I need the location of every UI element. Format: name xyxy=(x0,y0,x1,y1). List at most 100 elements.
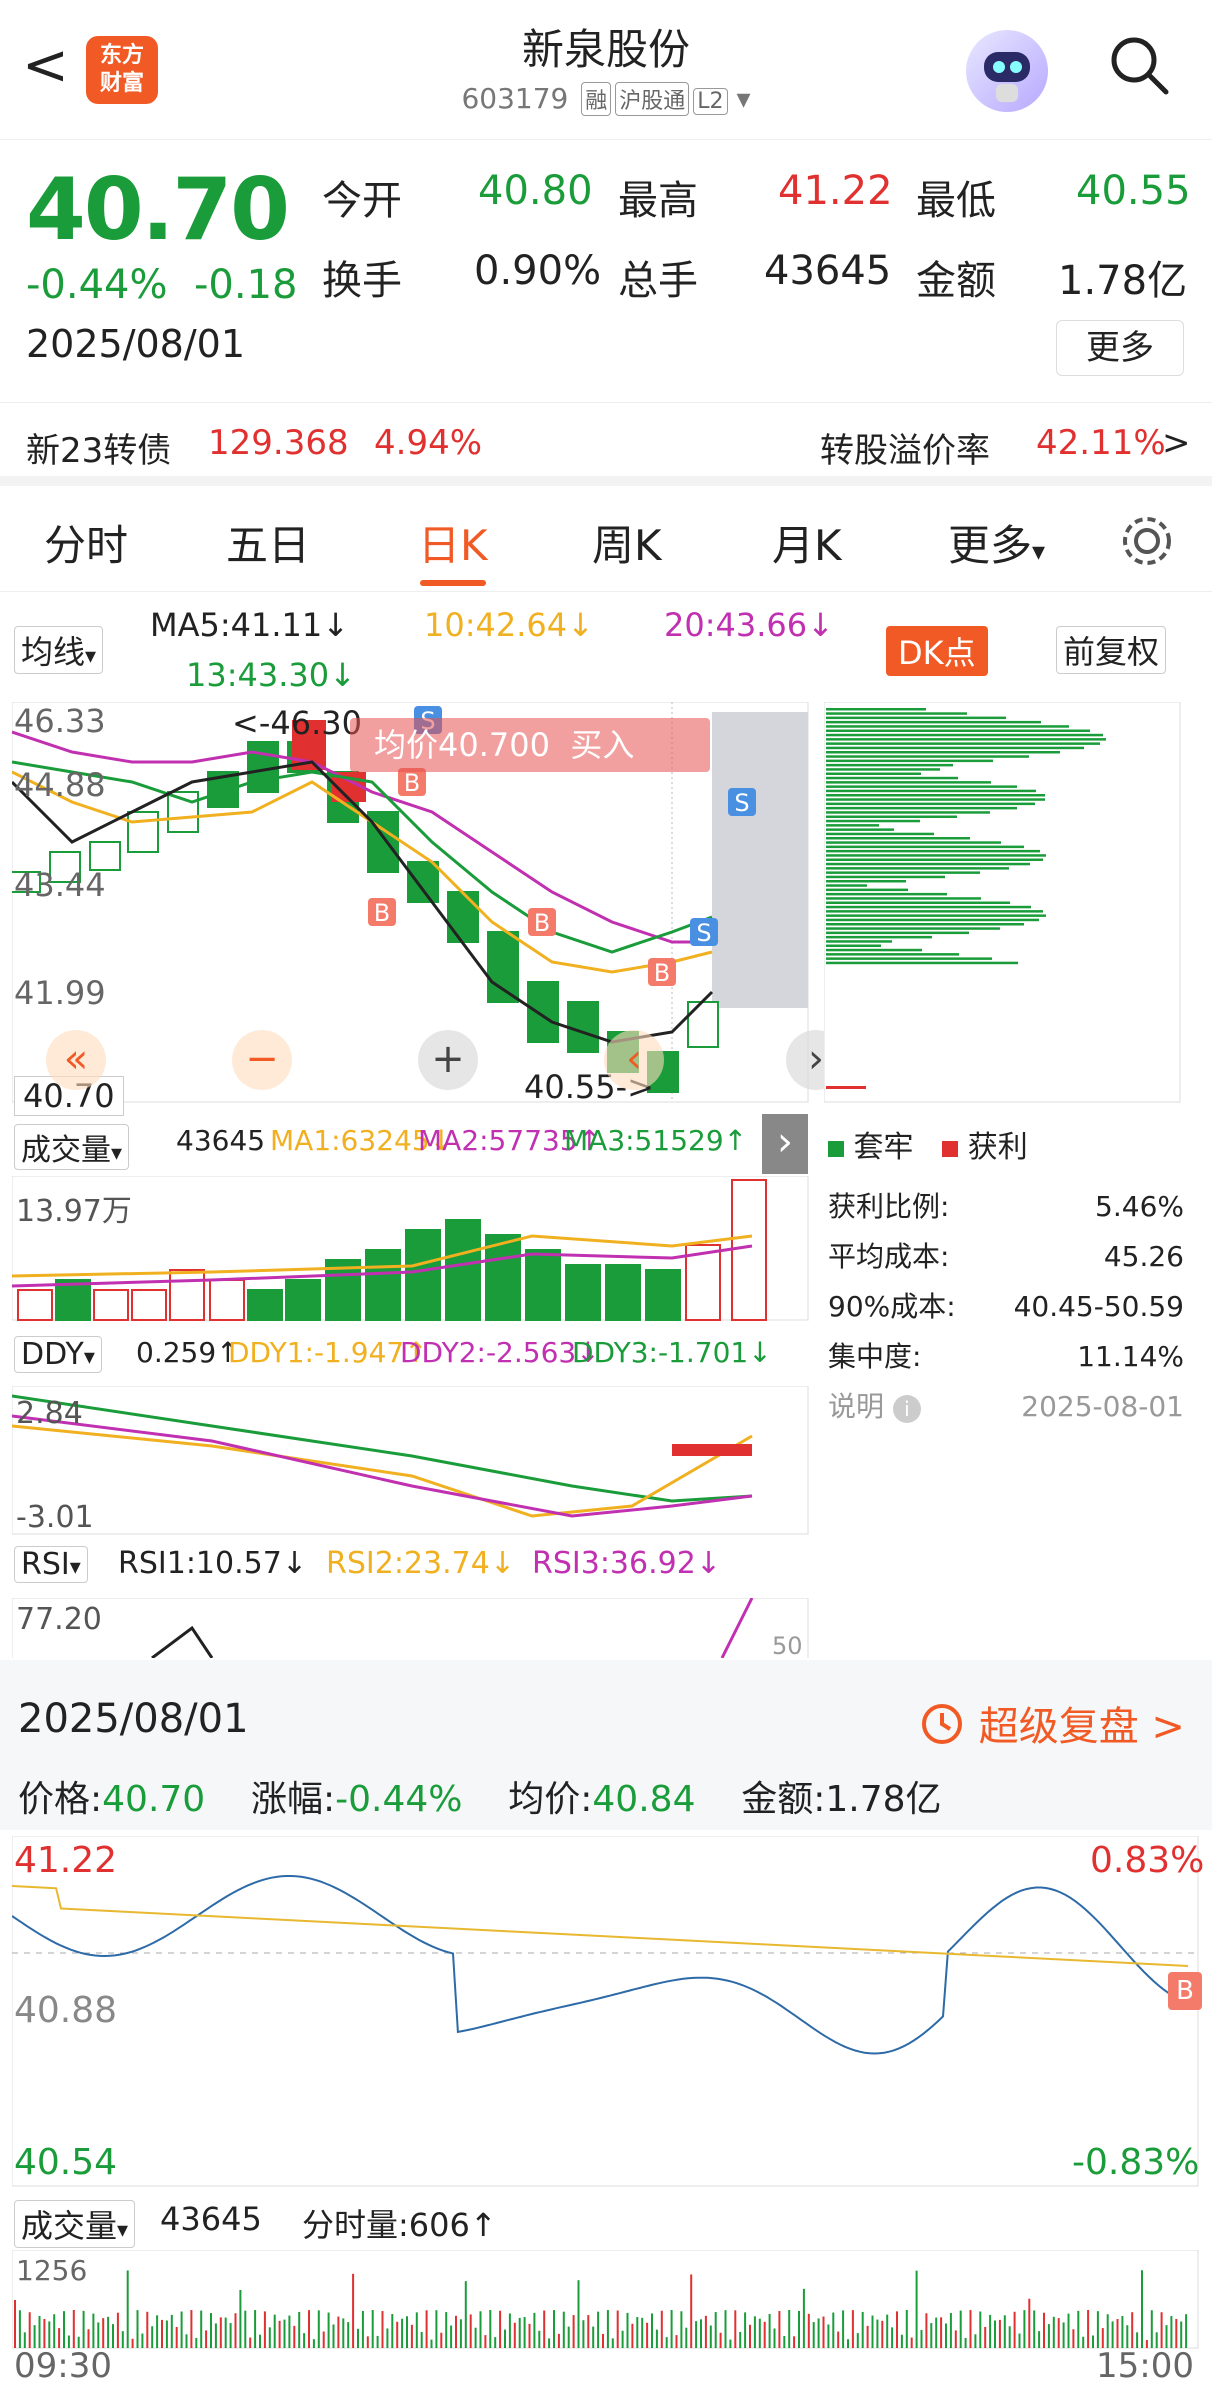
avg-price-text: 均价40.700 xyxy=(374,726,550,764)
premium-label: 转股溢价率 xyxy=(820,431,990,471)
intraday-volume-bar xyxy=(1150,2310,1153,2348)
intraday-volume-bar xyxy=(352,2273,355,2348)
intraday-volume-bar xyxy=(724,2310,727,2348)
chip-bar-profit xyxy=(826,1086,866,1089)
rsi-chart[interactable] xyxy=(12,1598,810,1658)
chevron-down-icon: ▾ xyxy=(85,644,97,669)
chip-bar xyxy=(826,858,1043,861)
ddy-bar xyxy=(672,1444,752,1456)
kline-y-tick-4: 41.99 xyxy=(14,974,106,1012)
change-percent: -0.44% xyxy=(26,262,168,308)
tab-intraday[interactable]: 分时 xyxy=(44,512,128,573)
adjust-mode-button[interactable]: 前复权 xyxy=(1056,626,1167,674)
ddy-selector[interactable]: DDY▾ xyxy=(14,1336,102,1373)
intraday-volume-selector[interactable]: 成交量▾ xyxy=(14,2200,136,2248)
trap-swatch xyxy=(828,1141,844,1157)
convertible-bond-row[interactable]: 新23转债 129.368 4.94% 转股溢价率 42.11% > xyxy=(0,402,1212,486)
chip-bar xyxy=(826,806,1017,810)
intraday-volume-bar xyxy=(538,2330,541,2348)
tab-daily-k[interactable]: 日K xyxy=(418,512,488,573)
info-icon[interactable]: i xyxy=(892,1395,921,1423)
tab-weekly-k[interactable]: 周K xyxy=(592,512,662,573)
expand-panel-button[interactable]: › xyxy=(762,1114,808,1174)
intraday-volume-bar xyxy=(342,2318,345,2348)
intraday-volume-bar xyxy=(523,2317,526,2348)
intraday-volume-chart[interactable] xyxy=(12,2250,1200,2350)
candle xyxy=(567,1001,599,1053)
chip-bar xyxy=(826,880,906,883)
ddy3-value: DDY3:-1.701↓ xyxy=(572,1336,772,1369)
intraday-volume-bar xyxy=(891,2327,894,2348)
intraday-volume-bar xyxy=(940,2317,943,2348)
intraday-volume-bar xyxy=(33,2325,36,2348)
trap-label: 套牢 xyxy=(853,1130,914,1165)
intraday-buy-marker[interactable]: B xyxy=(1168,1972,1202,2010)
intraday-volume-bar xyxy=(268,2327,271,2348)
ma-selector[interactable]: 均线▾ xyxy=(14,626,104,674)
intraday-volume-bar xyxy=(303,2333,306,2348)
volume-selector[interactable]: 成交量▾ xyxy=(14,1124,130,1170)
chip-bar xyxy=(826,720,1041,724)
prev-button[interactable]: ‹ xyxy=(604,1030,664,1090)
intraday-chart[interactable] xyxy=(12,1836,1200,2188)
intraday-volume-bar xyxy=(651,2313,653,2348)
dk-point-button[interactable]: DK点 xyxy=(886,626,988,676)
candle xyxy=(687,1001,719,1048)
rsi-selector[interactable]: RSI▾ xyxy=(14,1546,88,1583)
intraday-volume-bar xyxy=(146,2311,149,2348)
zoom-out-button[interactable]: − xyxy=(232,1030,292,1090)
intraday-volume-bar xyxy=(783,2335,786,2348)
intraday-volume-bar xyxy=(288,2315,291,2348)
chip-bar xyxy=(826,824,879,827)
open-value: 40.80 xyxy=(478,168,593,214)
chip-bar xyxy=(826,755,1029,758)
intraday-volume-bar xyxy=(376,2335,379,2348)
intraday-volume-bar xyxy=(896,2311,898,2348)
chevron-down-icon: ▾ xyxy=(117,2218,129,2243)
chip-bar xyxy=(826,871,980,874)
zoom-in-button[interactable]: + xyxy=(418,1030,478,1090)
chip-stat-value: 45.26 xyxy=(1103,1240,1184,1273)
candle xyxy=(447,891,479,943)
code-dropdown-icon[interactable]: ▾ xyxy=(736,82,750,115)
tab-more[interactable]: 更多▾ xyxy=(948,512,1045,573)
intraday-volume-bar xyxy=(357,2328,359,2348)
super-replay-button[interactable]: 超级复盘 > xyxy=(918,1694,1185,1752)
pct-value: -0.44% xyxy=(335,1779,463,1820)
settings-gear-icon[interactable] xyxy=(1118,512,1176,570)
assistant-avatar-icon[interactable] xyxy=(966,30,1048,112)
turnover-value: 0.90% xyxy=(474,248,602,294)
chip-bar xyxy=(826,948,922,952)
intraday-volume-bar xyxy=(1077,2310,1080,2348)
clock-history-icon xyxy=(922,1704,962,1744)
tab-five-day[interactable]: 五日 xyxy=(226,512,310,573)
avg-price-banner[interactable]: 均价40.700 买入 xyxy=(350,718,710,772)
intraday-volume-bar xyxy=(1023,2310,1026,2348)
chip-note-row[interactable]: 说明 i 2025-08-01 xyxy=(828,1382,1184,1432)
bond-price: 129.368 xyxy=(208,423,349,463)
intraday-volume-bar xyxy=(63,2311,65,2348)
intraday-volume-bar xyxy=(283,2319,286,2348)
zoom-out-all-button[interactable]: « xyxy=(46,1030,106,1090)
intraday-volume-bar xyxy=(1047,2324,1050,2348)
ddy-chart[interactable] xyxy=(12,1386,810,1536)
search-icon[interactable] xyxy=(1108,34,1170,96)
intraday-volume-bar xyxy=(636,2317,639,2348)
intraday-volume-bar xyxy=(582,2320,585,2348)
chip-bar xyxy=(826,961,1018,965)
chip-bar xyxy=(826,763,953,767)
intraday-volume-bar xyxy=(989,2314,992,2348)
more-button[interactable]: 更多 xyxy=(1056,320,1184,376)
intraday-volume-bar xyxy=(170,2314,173,2348)
intraday-volume-bar xyxy=(244,2310,247,2348)
ddy-top-label: 2.84 xyxy=(16,1396,83,1431)
tab-monthly-k[interactable]: 月K xyxy=(772,512,842,573)
intraday-volume-bar xyxy=(1175,2318,1178,2348)
chart-tabs: 分时 五日 日K 周K 月K 更多▾ xyxy=(0,488,1212,592)
intraday-volume-bar xyxy=(347,2322,350,2348)
ddy2-value: DDY2:-2.563↓ xyxy=(400,1336,600,1369)
intraday-volume-bar xyxy=(151,2326,154,2348)
intraday-volume-bar xyxy=(842,2310,845,2348)
intraday-volume-bar xyxy=(847,2339,849,2348)
chip-bar xyxy=(826,875,945,879)
